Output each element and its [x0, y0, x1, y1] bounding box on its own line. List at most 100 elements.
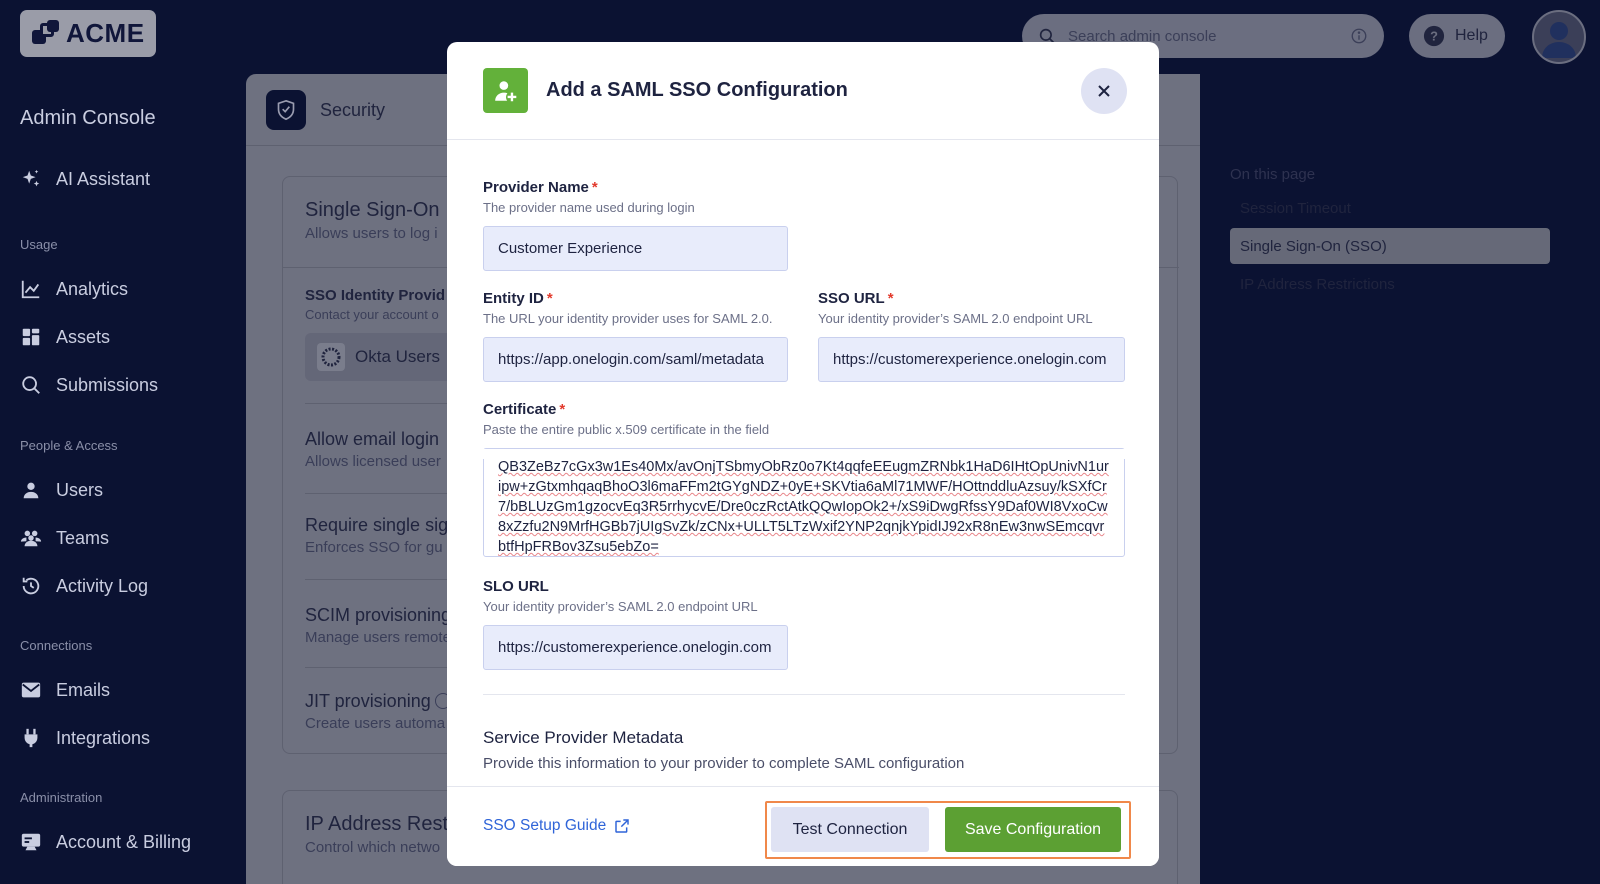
search-icon — [22, 376, 40, 394]
on-this-page-item-session-timeout[interactable]: Session Timeout — [1230, 190, 1550, 226]
logo-mark-icon — [32, 19, 60, 48]
user-avatar-icon — [1542, 22, 1576, 58]
sp-metadata-subtitle: Provide this information to your provide… — [483, 755, 965, 772]
add-user-icon — [483, 68, 528, 113]
sso-url-label: SSO URL * — [818, 290, 894, 307]
idp-label: SSO Identity Provid — [305, 287, 446, 304]
sidebar-item-label: Submissions — [56, 374, 159, 395]
help-label: Help — [1455, 27, 1488, 44]
sidebar-item-integrations[interactable]: Integrations — [20, 718, 230, 758]
sidebar-item-teams[interactable]: Teams — [20, 518, 230, 558]
sidebar-item-users[interactable]: Users — [20, 470, 230, 510]
okta-sunburst-icon — [317, 343, 345, 371]
provider-name-label: Provider Name * — [483, 179, 598, 196]
on-this-page-item-ip-restrictions[interactable]: IP Address Restrictions — [1230, 266, 1550, 302]
sidebar-title: Admin Console — [20, 107, 156, 129]
sso-title: Single Sign-On — [305, 199, 440, 221]
divider — [483, 694, 1125, 695]
require-sso-subtitle: Enforces SSO for gu — [305, 539, 443, 556]
save-configuration-button[interactable]: Save Configuration — [945, 807, 1121, 852]
grid-icon — [22, 328, 40, 346]
page-title: Security — [320, 100, 386, 120]
sidebar-item-label: Assets — [56, 326, 111, 347]
on-this-page-item-sso[interactable]: Single Sign-On (SSO) — [1230, 228, 1550, 264]
scim-subtitle: Manage users remote — [305, 629, 451, 646]
sidebar-section-people: People & Access — [20, 438, 118, 453]
sparkle-icon — [22, 169, 40, 187]
logo-text: ACME — [66, 18, 145, 48]
modal-header: Add a SAML SSO Configuration — [447, 42, 1159, 140]
svg-text:?: ? — [1430, 29, 1438, 44]
entity-id-help: The URL your identity provider uses for … — [483, 311, 773, 326]
shield-icon — [266, 90, 306, 130]
email-login-subtitle: Allows licensed user — [305, 453, 441, 470]
info-icon[interactable] — [1350, 27, 1368, 45]
sidebar-item-label: Emails — [56, 679, 111, 700]
sidebar-item-assets[interactable]: Assets — [20, 317, 230, 357]
guide-link-label: SSO Setup Guide — [483, 817, 607, 834]
chart-icon — [21, 280, 40, 299]
require-sso-label: Require single sig — [305, 515, 449, 535]
required-asterisk: * — [591, 179, 598, 196]
sidebar-item-account-billing[interactable]: Account & Billing — [20, 822, 230, 862]
sidebar-item-emails[interactable]: Emails — [20, 670, 230, 710]
sidebar-section-connections: Connections — [20, 638, 93, 653]
close-button[interactable] — [1081, 68, 1127, 114]
test-connection-button[interactable]: Test Connection — [771, 807, 929, 852]
sidebar-section-usage: Usage — [20, 237, 58, 252]
provider-name-input[interactable] — [483, 226, 788, 271]
sp-metadata-title: Service Provider Metadata — [483, 728, 684, 747]
team-icon — [20, 530, 42, 547]
ip-title: IP Address Rest — [305, 813, 449, 835]
sso-setup-guide-link[interactable]: SSO Setup Guide — [483, 817, 630, 835]
entity-id-input[interactable] — [483, 337, 788, 382]
required-asterisk: * — [546, 290, 553, 307]
question-icon: ? — [1423, 25, 1445, 47]
slo-url-label: SLO URL — [483, 578, 549, 595]
entity-id-label: Entity ID * — [483, 290, 553, 307]
sidebar-item-label: Activity Log — [56, 575, 149, 596]
slo-url-help: Your identity provider’s SAML 2.0 endpoi… — [483, 599, 758, 614]
avatar[interactable] — [1532, 10, 1586, 64]
required-asterisk: * — [887, 290, 894, 307]
sidebar-item-activity-log[interactable]: Activity Log — [20, 566, 230, 606]
sidebar-item-label: AI Assistant — [56, 168, 151, 189]
history-icon — [22, 577, 40, 595]
slo-url-input[interactable] — [483, 625, 788, 670]
sidebar-section-administration: Administration — [20, 790, 103, 805]
user-icon — [23, 482, 39, 499]
sidebar-item-label: Teams — [56, 527, 110, 548]
sso-url-help: Your identity provider’s SAML 2.0 endpoi… — [818, 311, 1093, 326]
certificate-help: Paste the entire public x.509 certificat… — [483, 422, 770, 437]
certificate-label: Certificate * — [483, 401, 566, 418]
scim-label: SCIM provisioning — [305, 605, 452, 625]
okta-label: Okta Users — [355, 347, 441, 366]
idp-subtitle: Contact your account o — [305, 307, 439, 322]
sidebar-item-label: Integrations — [56, 727, 151, 748]
modal-footer: SSO Setup Guide Test Connection Save Con… — [447, 786, 1159, 866]
email-login-label: Allow email login — [305, 429, 440, 449]
sso-subtitle: Allows users to log i — [305, 225, 438, 242]
certificate-textarea[interactable] — [483, 448, 1125, 557]
sidebar-item-analytics[interactable]: Analytics — [20, 269, 230, 309]
mail-icon — [21, 682, 41, 698]
billing-icon — [21, 833, 41, 851]
sidebar-item-submissions[interactable]: Submissions — [20, 365, 230, 405]
sidebar-item-label: Users — [56, 479, 104, 500]
acme-logo[interactable]: ACME — [20, 10, 156, 57]
sidebar-item-label: Account & Billing — [56, 831, 192, 852]
plug-icon — [24, 728, 38, 748]
sso-url-input[interactable] — [818, 337, 1125, 382]
sidebar: ACME Admin Console AI Assistant Usage An… — [0, 0, 246, 884]
ip-subtitle: Control which netwo — [305, 839, 441, 856]
jit-label: JIT provisioning — [305, 691, 431, 711]
provider-name-help: The provider name used during login — [483, 200, 695, 215]
sidebar-item-ai-assistant[interactable]: AI Assistant — [20, 159, 230, 199]
saml-sso-modal: Add a SAML SSO Configuration Provider Na… — [447, 42, 1159, 866]
close-icon — [1098, 85, 1110, 97]
modal-title: Add a SAML SSO Configuration — [546, 79, 848, 101]
on-this-page-heading: On this page — [1230, 166, 1316, 183]
required-asterisk: * — [559, 401, 566, 418]
sidebar-item-label: Analytics — [56, 278, 129, 299]
help-button[interactable]: ? Help — [1409, 14, 1505, 58]
